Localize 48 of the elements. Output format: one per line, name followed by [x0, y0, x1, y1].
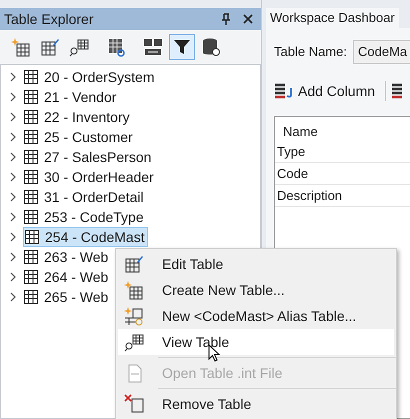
add-column-icon	[274, 83, 294, 99]
view-table-icon	[124, 332, 144, 352]
tree-item[interactable]: 21 - Vendor	[23, 87, 118, 107]
remove-table-icon	[124, 394, 144, 414]
edit-table-icon	[124, 254, 144, 274]
add-column-button[interactable]: Add Column	[274, 80, 376, 102]
table-icon	[23, 109, 39, 125]
table-icon	[23, 189, 39, 205]
table-icon	[23, 69, 39, 85]
pin-icon[interactable]	[221, 13, 231, 25]
menu-item[interactable]: Edit Table	[118, 251, 394, 277]
grid-cell: Type	[275, 141, 410, 163]
menu-item[interactable]: View Table	[118, 329, 394, 355]
table-icon	[23, 129, 39, 145]
tree-item[interactable]: 254 - CodeMast	[23, 227, 148, 247]
grid-cell: Code	[275, 163, 410, 185]
table-icon	[23, 89, 39, 105]
column-header: Name	[282, 122, 319, 140]
tree-item[interactable]: 264 - Web	[23, 267, 110, 287]
table-icon	[23, 209, 39, 225]
table-icon	[23, 269, 39, 285]
table-icon	[23, 169, 39, 185]
tree-item[interactable]: 22 - Inventory	[23, 107, 132, 127]
tree-item[interactable]: 25 - Customer	[23, 127, 135, 147]
menu-item[interactable]: New <CodeMast> Alias Table...	[118, 303, 394, 329]
column-icon[interactable]	[392, 83, 402, 99]
workspace-tab[interactable]: Workspace Dashboar	[266, 8, 399, 28]
filter-icon[interactable]	[169, 34, 195, 60]
table-icon	[23, 289, 39, 305]
tree-item[interactable]: 263 - Web	[23, 247, 110, 267]
alias-table-icon	[124, 306, 144, 326]
panel-title: Table Explorer	[4, 10, 94, 29]
tree-item[interactable]: 20 - OrderSystem	[23, 67, 156, 87]
close-icon[interactable]	[243, 14, 253, 24]
table-icon	[23, 149, 39, 165]
table-icon	[24, 229, 40, 245]
grid-cell: Description	[275, 185, 410, 207]
new-table-icon	[124, 280, 144, 300]
tree-item[interactable]: 27 - SalesPerson	[23, 147, 154, 167]
table-name-field[interactable]: CodeMa	[352, 40, 410, 64]
field-label: Table Name:	[274, 43, 347, 62]
menu-item[interactable]: Create New Table...	[118, 277, 394, 303]
tree-item[interactable]: 265 - Web	[23, 287, 110, 307]
tree-item[interactable]: 253 - CodeType	[23, 207, 146, 227]
table-icon	[23, 249, 39, 265]
menu-item[interactable]: Remove Table	[118, 391, 394, 417]
tree-item[interactable]: 30 - OrderHeader	[23, 167, 156, 187]
tree-item[interactable]: 31 - OrderDetail	[23, 187, 146, 207]
